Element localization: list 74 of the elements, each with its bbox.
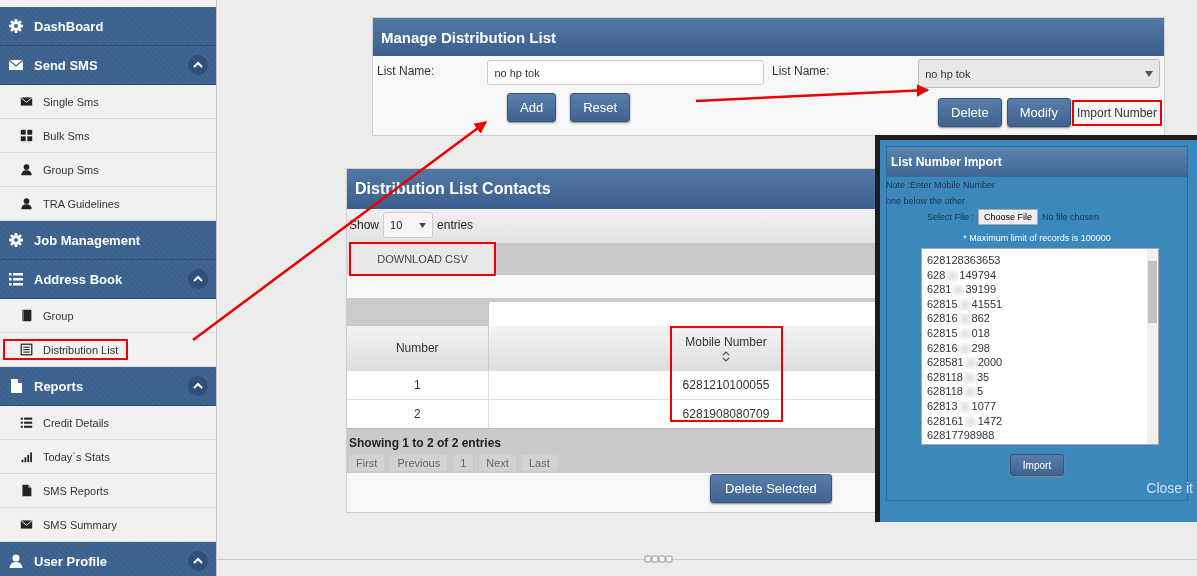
resize-handle-icon[interactable] xyxy=(644,555,674,563)
number-line: 628128363653 xyxy=(927,253,1001,268)
chevron-up-icon[interactable] xyxy=(188,551,208,571)
gear-icon xyxy=(8,18,24,34)
sidebar-item[interactable]: SMS Reports xyxy=(43,484,109,497)
bar-chart-icon xyxy=(20,450,33,463)
chevron-up-icon[interactable] xyxy=(188,269,208,289)
sidebar-item[interactable]: Single Sms xyxy=(43,95,99,108)
document-icon xyxy=(20,484,33,497)
dropdown-arrow-icon xyxy=(419,222,427,228)
choose-file-button[interactable]: Choose File xyxy=(978,209,1039,225)
document-icon xyxy=(8,378,24,394)
delete-selected-button[interactable]: Delete Selected xyxy=(710,474,832,503)
list-icon xyxy=(20,343,33,356)
panel-title: Manage Distribution List xyxy=(373,18,1164,56)
number-line: 6281 39199 xyxy=(927,282,997,297)
sidebar-item[interactable]: Today`s Stats xyxy=(43,450,110,463)
import-button[interactable]: Import xyxy=(1009,454,1065,476)
sidebar-item[interactable]: Group xyxy=(43,309,74,322)
sidebar-section[interactable]: DashBoard xyxy=(0,7,216,46)
sidebar-item[interactable]: SMS Summary xyxy=(43,518,117,531)
number-line: 62817798988 xyxy=(927,428,995,443)
chevron-up-icon[interactable] xyxy=(188,376,208,396)
list-name-dropdown[interactable]: no hp tok xyxy=(918,59,1160,88)
list-icon xyxy=(20,416,33,429)
limit-note: * Maximum limit of records is 100000 xyxy=(962,233,1112,243)
dialog-title: List Number Import xyxy=(887,147,1187,177)
sidebar-item[interactable]: TRA Guidelines xyxy=(43,197,120,210)
action-button[interactable]: Delete xyxy=(938,98,1002,127)
envelope-icon xyxy=(8,57,24,73)
sidebar-section[interactable]: Send SMS xyxy=(0,46,216,85)
chevron-up-icon[interactable] xyxy=(188,55,208,75)
table-cell: 2 xyxy=(347,399,488,428)
table-cell: 1 xyxy=(347,370,488,400)
sidebar-item[interactable]: Group Sms xyxy=(43,163,99,176)
sidebar-item[interactable]: Distribution List xyxy=(43,343,119,356)
list-name-field[interactable]: no hp tok xyxy=(487,60,764,85)
column-header[interactable]: Number xyxy=(347,326,488,371)
sidebar-section[interactable]: Reports xyxy=(0,367,216,406)
field-label: List Name: xyxy=(772,63,831,80)
person-icon xyxy=(20,163,33,176)
download-csv-button[interactable]: DOWNLOAD CSV xyxy=(351,244,494,274)
dropdown-arrow-icon xyxy=(1145,70,1153,77)
gear-icon xyxy=(8,232,24,248)
note-text: Note :Enter Mobile Number xyxy=(886,179,997,192)
number-line: 628 149794 xyxy=(927,267,997,283)
number-line: 62816 862 xyxy=(927,311,990,326)
numbers-textarea[interactable]: 628128363653 628 149794 6281 39199 62815 41551 62816 862 62815 018 62816 298 628581 2000 628118 35 628118 5 62813 1077 628161 1472 62817798988 xyxy=(921,248,1159,445)
sort-icon[interactable] xyxy=(722,350,730,362)
sidebar-section[interactable]: Job Management xyxy=(0,221,216,260)
person-icon xyxy=(20,197,33,210)
page-size-dropdown[interactable]: 10 xyxy=(383,212,434,238)
book-icon xyxy=(20,309,33,322)
sidebar-item[interactable]: Credit Details xyxy=(43,416,110,429)
table-info: Showing 1 to 2 of 2 entries xyxy=(349,436,502,450)
action-button[interactable]: Add xyxy=(507,93,557,122)
sidebar-section[interactable]: User Profile xyxy=(0,542,216,576)
scrollbar[interactable] xyxy=(1147,249,1158,444)
import-number-link[interactable]: Import Number xyxy=(1073,101,1160,124)
list-icon xyxy=(8,271,24,287)
sidebar-item[interactable]: Bulk Sms xyxy=(43,129,90,142)
person-icon xyxy=(8,553,24,569)
note-text: one below the other xyxy=(886,195,967,208)
field-label: Select File : xyxy=(927,212,975,222)
number-line: 62815 41551 xyxy=(927,296,1003,312)
sidebar-section[interactable]: Address Book xyxy=(0,260,216,299)
entries-label: entries xyxy=(437,218,474,232)
file-status: No file chosen xyxy=(1042,212,1100,222)
envelope-icon xyxy=(20,518,33,531)
envelope-icon xyxy=(20,95,33,108)
grid-icon xyxy=(20,129,33,142)
field-label: List Name: xyxy=(377,63,436,80)
action-button[interactable]: Reset xyxy=(570,93,631,122)
action-button[interactable]: Modify xyxy=(1006,98,1071,127)
